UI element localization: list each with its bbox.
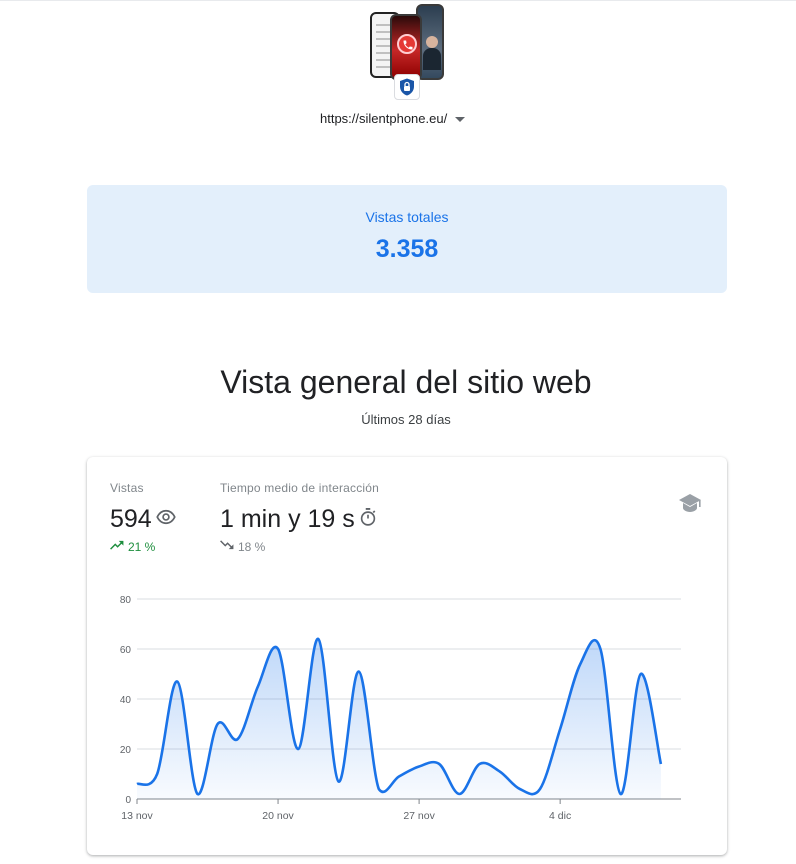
eye-icon <box>156 507 176 532</box>
x-tick-label: 20 nov <box>262 810 294 822</box>
phone-screen-call <box>390 14 422 80</box>
date-range-label: Últimos 28 días <box>361 412 451 427</box>
metric-label: Vistas <box>110 481 144 495</box>
metric-value: 594 <box>110 504 152 533</box>
y-tick-label: 40 <box>120 695 132 706</box>
site-url: https://silentphone.eu/ <box>320 110 448 126</box>
views-area-fill <box>137 638 661 799</box>
trending-up-icon <box>110 539 124 554</box>
site-selector[interactable]: https://silentphone.eu/ <box>320 108 466 128</box>
y-tick-label: 0 <box>125 795 131 806</box>
views-line-chart: 0 20 40 60 80 13 nov 20 nov 27 nov 4 dic <box>120 595 681 822</box>
chevron-down-icon <box>455 116 466 122</box>
y-tick-label: 20 <box>120 745 132 756</box>
school-icon[interactable] <box>678 493 704 515</box>
site-thumbnail <box>366 4 446 82</box>
total-views-card: Vistas totales 3.358 <box>87 185 727 293</box>
metric-engagement-time[interactable]: Tiempo medio de interacción 1 min y 19 s… <box>220 481 379 554</box>
y-tick-label: 80 <box>120 595 132 606</box>
metric-change-value: 18 % <box>238 539 266 554</box>
overview-card: Vistas 594 21 % Tiempo medio de interacc… <box>87 457 727 855</box>
x-tick-label: 13 nov <box>121 810 153 822</box>
metric-value: 1 min y 19 s <box>220 504 355 533</box>
phone-call-icon <box>397 34 417 54</box>
metric-change: 18 % <box>220 539 379 554</box>
x-tick-label: 4 dic <box>549 810 571 822</box>
page-title: Vista general del sitio web <box>220 364 592 400</box>
x-tick-label: 27 nov <box>403 810 435 822</box>
timer-icon <box>359 507 377 532</box>
trending-down-icon <box>220 539 234 554</box>
y-tick-label: 60 <box>120 645 132 656</box>
site-header: https://silentphone.eu/ <box>0 0 796 140</box>
metric-change: 21 % <box>110 539 176 554</box>
total-views-label: Vistas totales <box>365 209 449 225</box>
lock-shield-icon <box>394 74 420 100</box>
metric-label: Tiempo medio de interacción <box>220 481 380 495</box>
total-views-value: 3.358 <box>375 235 439 263</box>
metric-change-value: 21 % <box>128 539 156 554</box>
metric-views[interactable]: Vistas 594 21 % <box>110 481 176 554</box>
